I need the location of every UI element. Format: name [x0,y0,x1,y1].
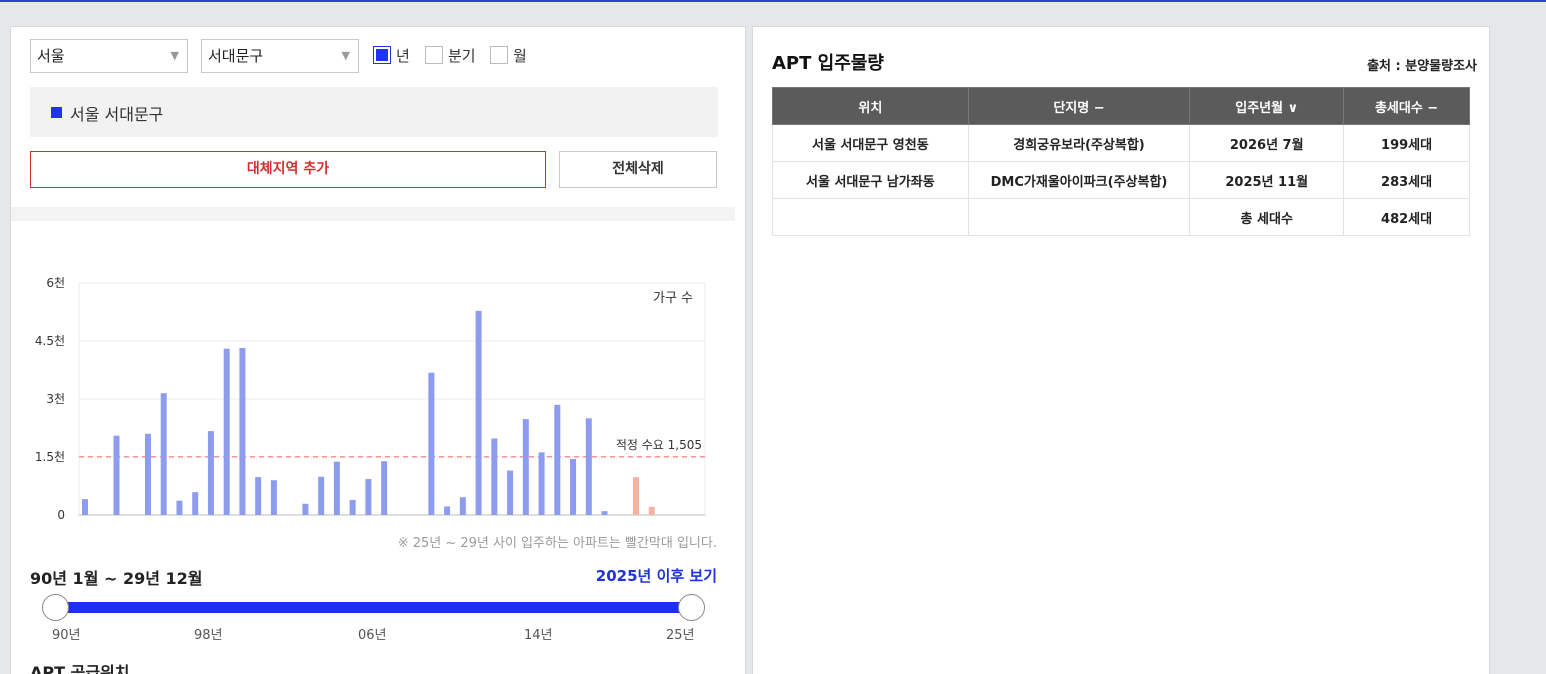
supply-bar-chart: 01.5천3천4.5천6천199019931996199920022005200… [35,275,706,522]
chart-bar [176,500,183,515]
slider-start-handle[interactable] [42,594,69,621]
chart-bar [459,497,466,515]
district-select-value: 서대문구 [208,47,264,65]
table-cell: 서울 서대문구 남가좌동 [772,161,969,199]
chart-bar [270,480,277,515]
unit-label: 가구 수 [653,291,693,306]
add-region-button[interactable]: 대체지역 추가 [30,151,546,188]
chart-bar [160,393,167,515]
chart-note: ※ 25년 ~ 29년 사이 입주하는 아파트는 빨간막대 입니다. [397,536,717,551]
slider-tick: 25년 [666,628,695,643]
chart-bar [538,452,545,515]
chart-bar [428,372,435,515]
table-row[interactable]: 서울 서대문구 남가좌동 DMC가재울아이파크(주상복합) 2025년 11월 … [772,161,1470,199]
supply-location-title: APT 공급위치 [30,663,130,674]
slider-tick: 06년 [358,628,387,643]
y-tick-label: 4.5천 [35,333,65,348]
chart-bar [82,499,88,515]
y-tick-label: 6천 [46,275,65,290]
chart-bar [144,433,151,515]
chart-bar [585,418,592,515]
table-cell: 2025년 11월 [1189,161,1345,199]
slider-tick: 14년 [524,628,553,643]
top-accent-line [0,0,1546,2]
chart-bar [554,404,561,515]
chart-bar [444,506,451,515]
slider-tick: 90년 [52,628,81,643]
legend-square-icon [51,107,62,118]
slider-end-handle[interactable] [678,594,705,621]
column-header-move-in[interactable]: 입주년월 ∨ [1189,87,1345,125]
source-label: 출처 : 분양물량조사 [1367,59,1477,74]
reference-line-label: 적정 수요 1,505 [616,438,702,452]
checkbox-icon [425,46,443,64]
chart-bar [633,477,640,515]
after-2025-link[interactable]: 2025년 이후 보기 [596,565,717,586]
chart-bar [475,310,482,515]
column-header-complex[interactable]: 단지명 − [967,87,1191,125]
chart-bar [365,479,372,515]
chart-bar [255,477,262,515]
table-cell: DMC가재울아이파크(주상복합) [967,161,1191,199]
table-cell [967,198,1191,236]
table-cell: 총 세대수 [1189,198,1345,236]
table-cell: 283세대 [1343,161,1470,199]
selected-region-label: 서울 서대문구 [70,105,164,124]
right-panel: APT 입주물량 출처 : 분양물량조사 위치 단지명 − 입주년월 ∨ 총세대… [752,26,1490,674]
city-select[interactable]: 서울 ▼ [30,39,188,73]
chart-bar [570,458,577,515]
range-title: 90년 1월 ~ 29년 12월 [30,569,203,588]
year-range-slider-track[interactable] [56,602,692,613]
chart-bar [381,461,388,515]
period-month-label: 월 [513,46,527,65]
chart-bar [302,503,309,515]
apt-move-in-table: 위치 단지명 − 입주년월 ∨ 총세대수 − 서울 서대문구 영천동 경희궁유보… [772,87,1470,236]
y-tick-label: 0 [57,508,65,522]
column-header-units[interactable]: 총세대수 − [1343,87,1470,125]
district-select[interactable]: 서대문구 ▼ [201,39,359,73]
period-quarter-label: 분기 [448,46,476,65]
slider-tick: 98년 [194,628,223,643]
checkbox-icon [490,46,508,64]
chevron-down-icon: ▼ [341,49,350,62]
chevron-down-icon: ▼ [170,49,179,62]
y-tick-label: 3천 [46,391,65,406]
chart-bar [113,435,120,515]
chart-bar [192,492,199,515]
table-cell: 2026년 7월 [1189,124,1345,162]
city-select-value: 서울 [37,47,65,65]
table-cell: 서울 서대문구 영천동 [772,124,969,162]
selected-region-box: 서울 서대문구 [30,87,718,137]
column-header-location[interactable]: 위치 [772,87,969,125]
table-cell [772,198,969,236]
chart-bar [333,461,340,515]
period-quarter-checkbox[interactable]: 분기 [425,45,476,65]
table-header-row: 위치 단지명 − 입주년월 ∨ 총세대수 − [772,87,1470,125]
table-total-row: 총 세대수 482세대 [772,198,1470,236]
checkbox-checked-icon [373,46,391,64]
table-row[interactable]: 서울 서대문구 영천동 경희궁유보라(주상복합) 2026년 7월 199세대 [772,124,1470,162]
chart-bar [507,470,514,515]
y-tick-label: 1.5천 [35,449,65,464]
left-panel: 서울 ▼ 서대문구 ▼ 년 분기 월 서울 서대문구 대체지역 추가 전체삭제 … [10,26,746,674]
table-cell: 199세대 [1343,124,1470,162]
period-year-checkbox[interactable]: 년 [373,45,410,65]
section-divider [11,207,735,221]
delete-all-button[interactable]: 전체삭제 [559,151,717,188]
chart-bar [318,476,325,515]
chart-bar [522,419,529,515]
chart-bar [601,511,608,515]
chart-bar [223,348,230,515]
chart-bar [207,431,214,515]
chart-bar [349,499,356,515]
chart-bar [239,347,246,515]
table-cell: 경희궁유보라(주상복합) [967,124,1191,162]
chart-bar [648,506,655,515]
apt-move-in-title: APT 입주물량 [772,53,884,74]
period-year-label: 년 [396,46,410,65]
period-month-checkbox[interactable]: 월 [490,45,527,65]
chart-bar [491,438,498,515]
table-cell: 482세대 [1343,198,1470,236]
